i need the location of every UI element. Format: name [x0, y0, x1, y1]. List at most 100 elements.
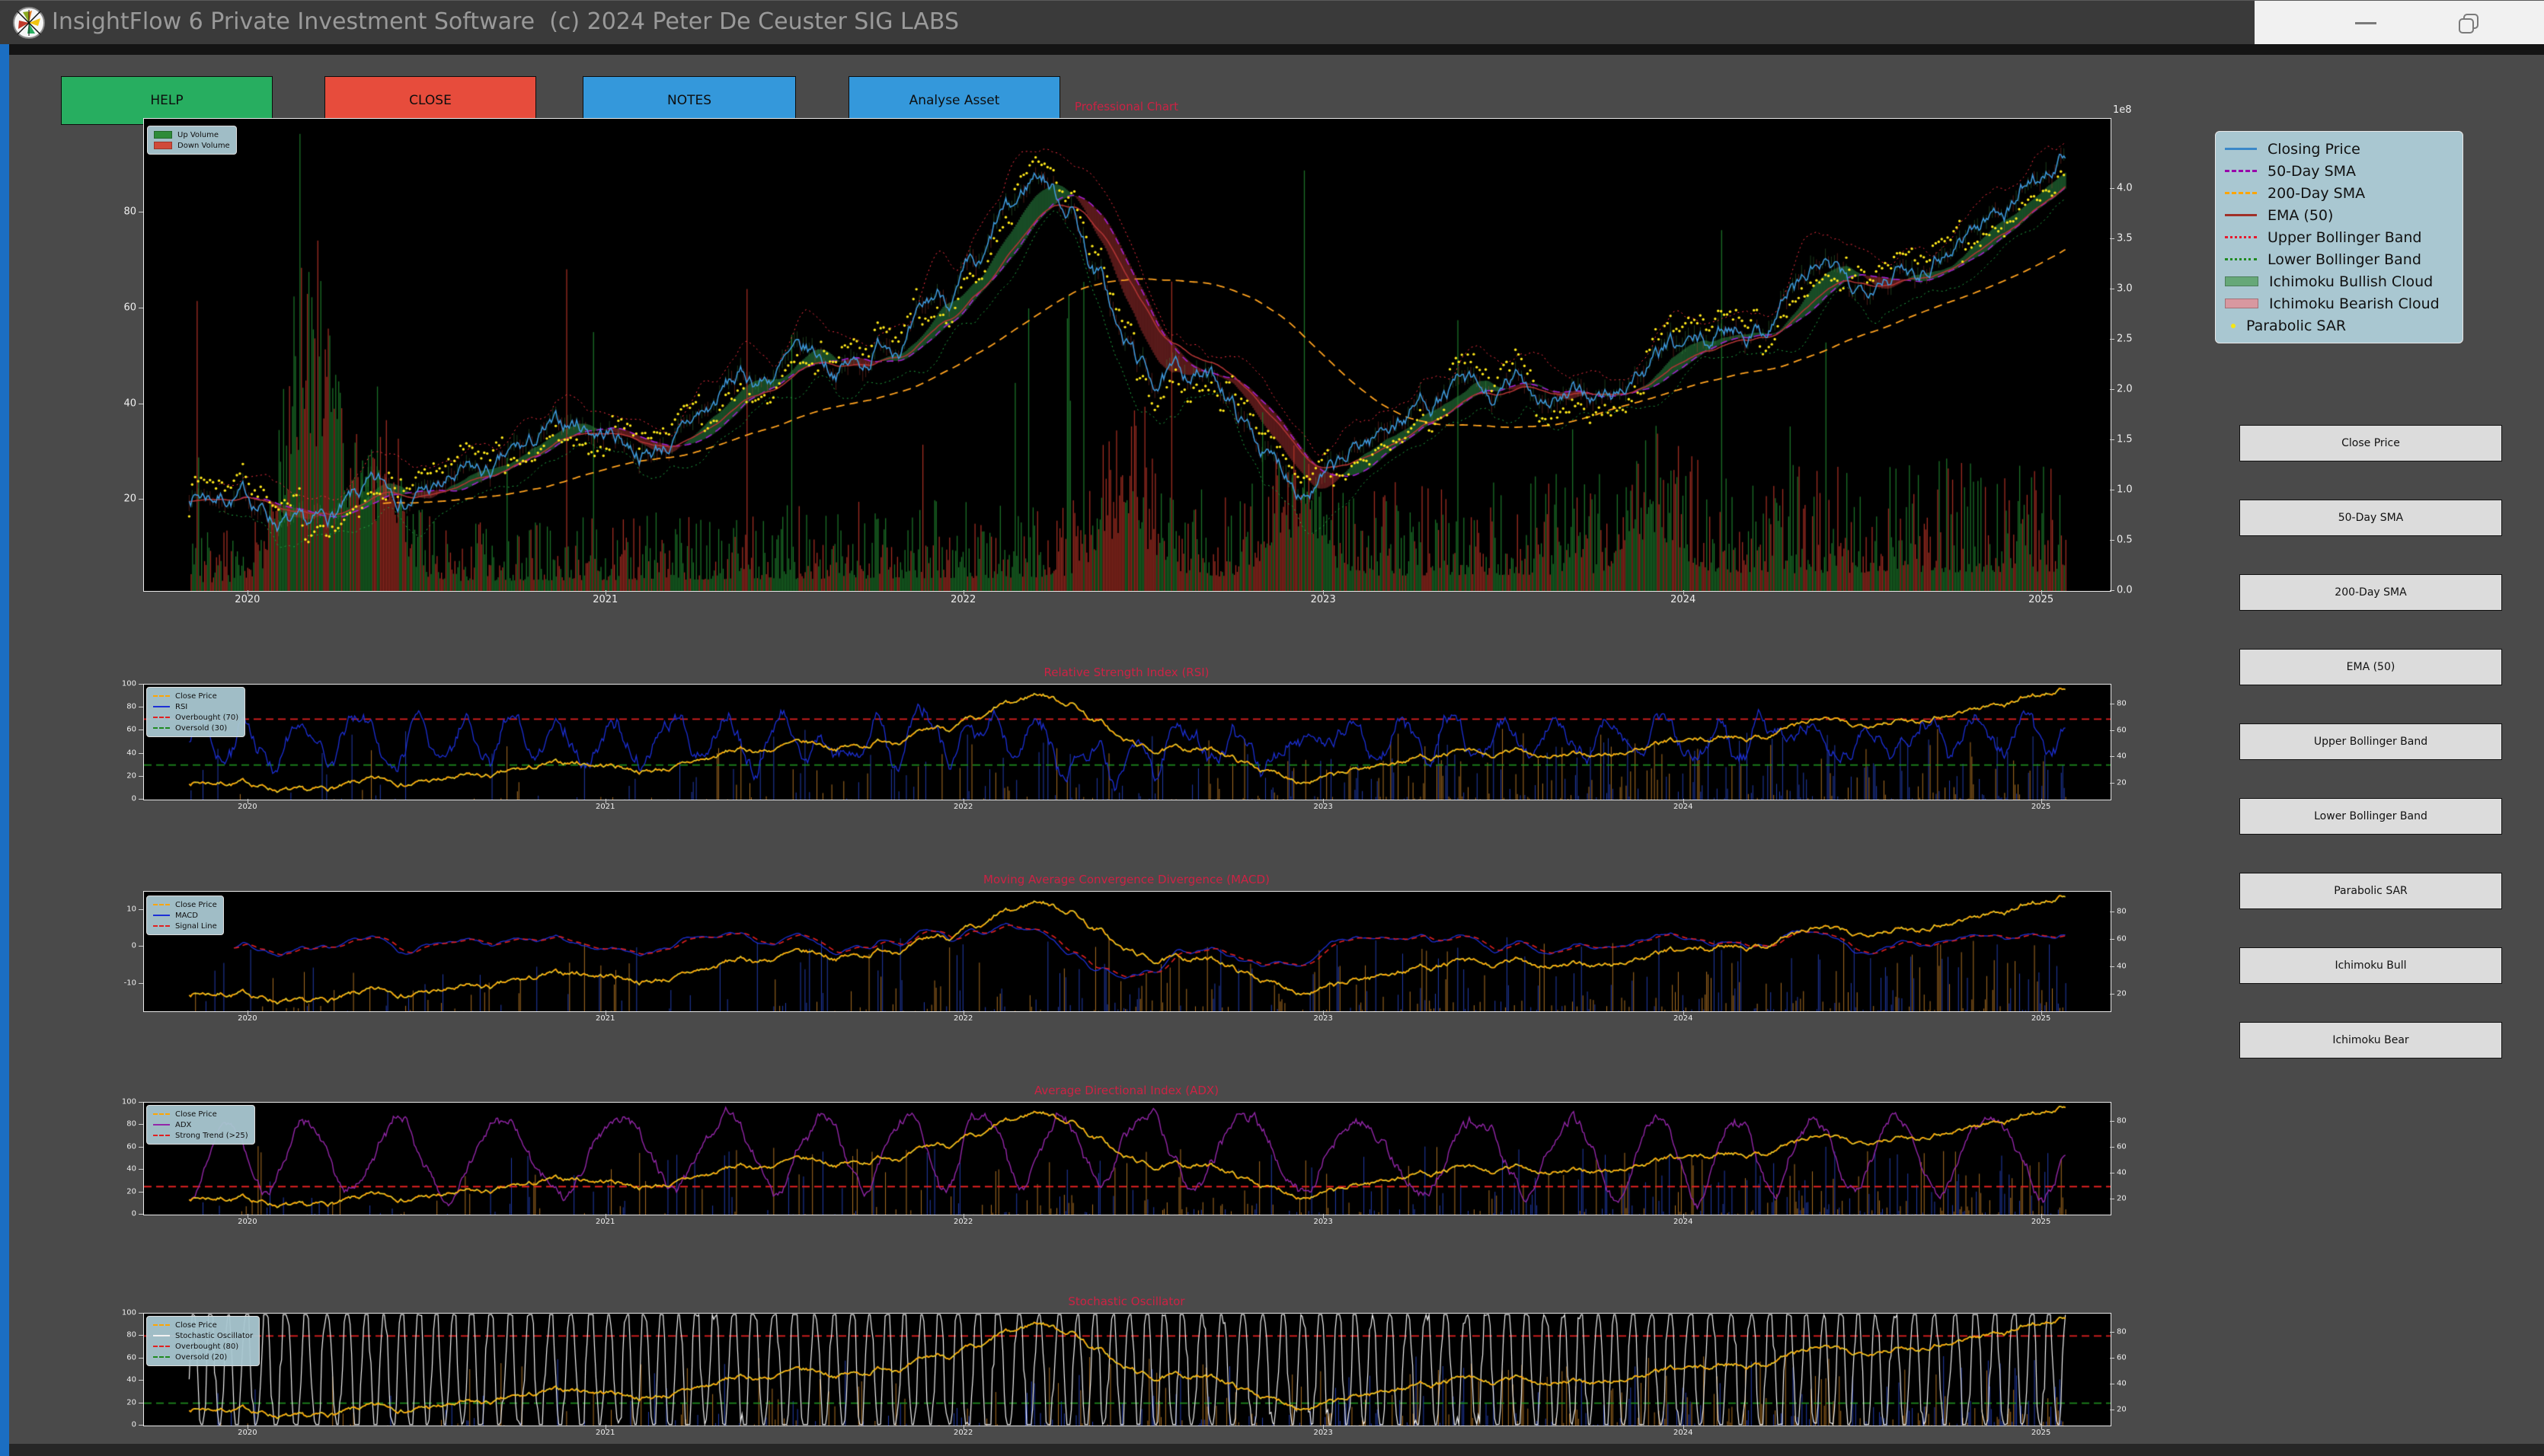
rsi-title: Relative Strength Index (RSI) — [143, 666, 2110, 679]
strong-trend-25-swatch-icon — [153, 1135, 170, 1136]
close-price-swatch-icon — [153, 695, 170, 697]
restore-button[interactable] — [2459, 14, 2478, 34]
legend-item-close-price: Close Price — [153, 1109, 248, 1119]
legend-item-close-price: Close Price — [153, 1320, 253, 1330]
down-volume-swatch-icon — [154, 142, 172, 149]
oversold-20-swatch-icon — [153, 1356, 170, 1358]
rsi-legend: Close Price RSIOverbought (70)Oversold (3… — [146, 687, 245, 737]
sidebar-button-200-day-sma[interactable]: 200-Day SMA — [2239, 574, 2502, 611]
minimize-button[interactable] — [2355, 22, 2376, 24]
stoch-panel: Stochastic Oscillator Close PriceStochas… — [143, 1313, 2110, 1425]
50-day-sma-swatch-icon — [2225, 170, 2257, 172]
legend-item-200-day-sma: 200-Day SMA — [2225, 182, 2453, 204]
legend-item-lower-bollinger-band: Lower Bollinger Band — [2225, 248, 2453, 270]
oversold-30-swatch-icon — [153, 727, 170, 729]
price-chart-title: Professional Chart — [143, 100, 2110, 113]
legend-item-50-day-sma: 50-Day SMA — [2225, 160, 2453, 182]
macd-canvas[interactable] — [143, 891, 2111, 1012]
rsi-swatch-icon — [153, 706, 170, 707]
closing-price-swatch-icon — [2225, 148, 2257, 150]
up-volume-swatch-icon — [154, 131, 172, 139]
left-accent-strip — [0, 44, 9, 1456]
legend-item-parabolic-sar: Parabolic SAR — [2225, 315, 2453, 337]
legend-label: Parabolic SAR — [2246, 318, 2346, 334]
legend-label: Ichimoku Bearish Cloud — [2269, 295, 2440, 312]
legend-item-strong-trend-25: Strong Trend (>25) — [153, 1130, 248, 1141]
legend-item-closing-price: Closing Price — [2225, 138, 2453, 160]
app-icon — [12, 6, 46, 40]
price-chart-canvas[interactable] — [143, 118, 2111, 592]
legend-item-ema-50: EMA (50) — [2225, 204, 2453, 226]
signal-line-swatch-icon — [153, 925, 170, 927]
sidebar-button-50-day-sma[interactable]: 50-Day SMA — [2239, 500, 2502, 536]
legend-label: Up Volume — [177, 131, 219, 139]
macd-legend: Close Price MACDSignal Line — [146, 896, 224, 935]
legend-item-close-price: Close Price — [153, 691, 238, 701]
price-chart-panel: Professional Chart Up VolumeDown Volume … — [143, 118, 2110, 590]
legend-item-macd: MACD — [153, 910, 217, 921]
sidebar-button-parabolic-sar[interactable]: Parabolic SAR — [2239, 873, 2502, 909]
adx-panel: Average Directional Index (ADX) Close Pr… — [143, 1102, 2110, 1214]
legend-label: Closing Price — [2268, 141, 2360, 158]
legend-label: Ichimoku Bullish Cloud — [2269, 273, 2433, 290]
legend-label: 50-Day SMA — [2268, 163, 2356, 180]
ichimoku-bullish-cloud-swatch-icon — [2225, 276, 2258, 286]
window-title: InsightFlow 6 Private Investment Softwar… — [52, 8, 959, 35]
legend-item-overbought-80: Overbought (80) — [153, 1341, 253, 1352]
rsi-canvas[interactable] — [143, 684, 2111, 800]
stoch-canvas[interactable] — [143, 1313, 2111, 1426]
indicator-legend: Closing Price 50-Day SMA 200-Day SMA EMA (5… — [2215, 131, 2463, 343]
sidebar-button-ichimoku-bull[interactable]: Ichimoku Bull — [2239, 947, 2502, 984]
upper-bollinger-band-swatch-icon — [2225, 236, 2257, 238]
sidebar-button-close-price[interactable]: Close Price — [2239, 425, 2502, 461]
sidebar-button-ichimoku-bear[interactable]: Ichimoku Bear — [2239, 1022, 2502, 1058]
legend-label: RSI — [175, 703, 187, 711]
legend-item-ichimoku-bearish-cloud: Ichimoku Bearish Cloud — [2225, 292, 2453, 315]
macd-swatch-icon — [153, 915, 170, 916]
sidebar-button-lower-bollinger-band[interactable]: Lower Bollinger Band — [2239, 798, 2502, 835]
close-price-swatch-icon — [153, 1113, 170, 1115]
legend-label: Oversold (20) — [175, 1353, 227, 1362]
legend-label: Upper Bollinger Band — [2268, 229, 2422, 246]
stoch-legend: Close PriceStochastic OscillatorOverboug… — [146, 1316, 260, 1366]
adx-swatch-icon — [153, 1124, 170, 1126]
legend-item-close-price: Close Price — [153, 899, 217, 910]
figure-top-strip — [0, 44, 2544, 55]
legend-item-down-volume: Down Volume — [154, 140, 230, 151]
adx-title: Average Directional Index (ADX) — [143, 1084, 2110, 1097]
legend-label: Strong Trend (>25) — [175, 1132, 248, 1140]
legend-label: Close Price — [175, 692, 217, 701]
adx-legend: Close Price ADX Strong Trend (>25) — [146, 1105, 255, 1145]
close-price-swatch-icon — [153, 904, 170, 905]
close-price-swatch-icon — [153, 1324, 170, 1326]
legend-label: ADX — [175, 1121, 191, 1129]
stoch-title: Stochastic Oscillator — [143, 1295, 2110, 1308]
titlebar: InsightFlow 6 Private Investment Softwar… — [0, 0, 2544, 45]
legend-item-oversold-30: Oversold (30) — [153, 723, 238, 733]
sidebar-button-upper-bollinger-band[interactable]: Upper Bollinger Band — [2239, 723, 2502, 760]
legend-label: MACD — [175, 912, 198, 920]
legend-item-up-volume: Up Volume — [154, 129, 230, 140]
200-day-sma-swatch-icon — [2225, 192, 2257, 194]
stochastic-oscillator-swatch-icon — [153, 1335, 170, 1336]
sidebar-buttons: Close Price 50-Day SMA 200-Day SMA EMA (50)… — [2239, 425, 2502, 1097]
legend-label: Close Price — [175, 1321, 217, 1330]
y2-axis-offset-label: 1e8 — [2110, 104, 2132, 116]
legend-label: Lower Bollinger Band — [2268, 251, 2421, 268]
ema-50-swatch-icon — [2225, 214, 2257, 216]
legend-item-upper-bollinger-band: Upper Bollinger Band — [2225, 226, 2453, 248]
volume-legend: Up Volume Down Volume — [147, 126, 237, 155]
sidebar-button-ema-50[interactable]: EMA (50) — [2239, 649, 2502, 685]
legend-label: Close Price — [175, 1110, 217, 1119]
legend-label: 200-Day SMA — [2268, 185, 2365, 202]
app-window: { "window": { "title": "InsightFlow 6 Pr… — [0, 0, 2544, 1456]
legend-label: Down Volume — [177, 142, 230, 150]
legend-label: EMA (50) — [2268, 207, 2333, 224]
lower-bollinger-band-swatch-icon — [2225, 258, 2257, 260]
adx-canvas[interactable] — [143, 1102, 2111, 1215]
legend-label: Overbought (80) — [175, 1343, 238, 1351]
legend-item-oversold-20: Oversold (20) — [153, 1352, 253, 1362]
macd-title: Moving Average Convergence Divergence (M… — [143, 873, 2110, 886]
legend-item-signal-line: Signal Line — [153, 921, 217, 931]
legend-item-overbought-70: Overbought (70) — [153, 712, 238, 723]
